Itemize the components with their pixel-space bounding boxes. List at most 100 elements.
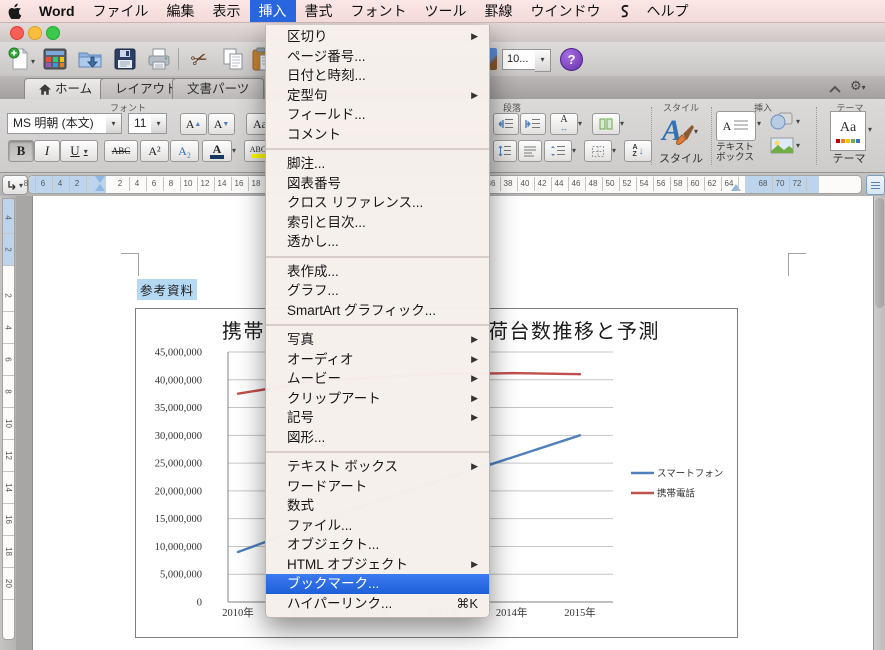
picture-dropdown-arrow[interactable]: ▾ — [796, 141, 800, 150]
menu-item-break[interactable]: 区切り ▶ — [266, 27, 489, 47]
columns-dropdown-arrow[interactable]: ▾ — [620, 119, 624, 128]
character-spacing-button[interactable]: A ↔ — [550, 113, 578, 135]
picture-button[interactable] — [770, 137, 794, 159]
spacing-dropdown-arrow[interactable]: ▾ — [572, 146, 576, 155]
menu-item-file[interactable]: ファイル... — [266, 516, 489, 536]
menu-item-page-numbers[interactable]: ページ番号... — [266, 47, 489, 67]
menu-item-field[interactable]: フィールド... — [266, 105, 489, 125]
decrease-indent-button[interactable] — [493, 113, 519, 135]
vertical-scrollbar[interactable] — [873, 196, 885, 650]
strikethrough-button[interactable]: ABC — [104, 140, 138, 162]
open-document-button[interactable] — [78, 46, 104, 72]
font-name-combo[interactable]: MS 明朝 (本文) — [7, 113, 112, 134]
apple-menu[interactable] — [0, 0, 30, 22]
italic-button[interactable]: I — [34, 140, 60, 162]
menu-item-autotext[interactable]: 定型句 ▶ — [266, 86, 489, 106]
save-button[interactable] — [112, 46, 138, 72]
subscript-button[interactable]: A₂ — [170, 140, 199, 162]
textbox-dropdown-arrow[interactable]: ▾ — [757, 119, 761, 128]
zoom-dropdown-button[interactable]: ▾ — [535, 49, 551, 72]
menu-item-object[interactable]: オブジェクト... — [266, 535, 489, 555]
menubar-item-view[interactable]: 表示 — [204, 0, 250, 22]
themes-dropdown-arrow[interactable]: ▾ — [868, 125, 872, 134]
menu-item-comment[interactable]: コメント — [266, 125, 489, 145]
line-spacing-button[interactable] — [493, 140, 517, 162]
ribbon-tab-home[interactable]: ホーム — [24, 78, 108, 99]
menu-item-audio[interactable]: オーディオ ▶ — [266, 350, 489, 370]
menubar-item-file[interactable]: ファイル — [84, 0, 158, 22]
underline-button[interactable]: U ▾ — [60, 140, 98, 162]
styles-button[interactable]: A ▾ — [657, 111, 703, 151]
copy-button[interactable] — [220, 46, 246, 72]
menu-item-text-box[interactable]: テキスト ボックス ▶ — [266, 457, 489, 477]
menu-item-hyperlink[interactable]: ハイパーリンク... ⌘K — [266, 594, 489, 614]
character-spacing-dropdown-arrow[interactable]: ▾ — [578, 119, 582, 128]
borders-button[interactable] — [584, 140, 612, 162]
new-document-button[interactable] — [6, 46, 32, 72]
sort-button[interactable]: A Z ↓ — [624, 140, 652, 162]
vertical-ruler[interactable]: 4 2 2 4 6 8 10 12 14 16 18 20 — [0, 196, 16, 650]
spacing-options-button[interactable] — [544, 140, 572, 162]
menu-item-smartart-graphic[interactable]: SmartArt グラフィック... — [266, 301, 489, 321]
font-color-dropdown-arrow[interactable]: ▾ — [232, 146, 236, 155]
shrink-font-button[interactable]: A ▼ — [208, 113, 235, 135]
menu-item-movie[interactable]: ムービー ▶ — [266, 369, 489, 389]
menu-item-html-object[interactable]: HTML オブジェクト ▶ — [266, 555, 489, 575]
menubar-item-tools[interactable]: ツール — [416, 0, 476, 22]
menubar-item-window[interactable]: ウインドウ — [522, 0, 610, 22]
collapse-ribbon-button[interactable] — [828, 81, 842, 99]
shapes-button[interactable] — [770, 112, 794, 135]
new-document-dropdown-arrow[interactable]: ▾ — [31, 57, 35, 66]
cut-button[interactable]: ✂ — [186, 46, 212, 72]
scrollbar-thumb[interactable] — [875, 198, 884, 308]
paragraph-spacing-button[interactable] — [518, 140, 542, 162]
menu-item-clip-art[interactable]: クリップアート ▶ — [266, 389, 489, 409]
menu-item-photo[interactable]: 写真 ▶ — [266, 330, 489, 350]
menu-item-chart[interactable]: グラフ... — [266, 281, 489, 301]
borders-dropdown-arrow[interactable]: ▾ — [612, 146, 616, 155]
bold-button[interactable]: B — [8, 140, 34, 162]
print-button[interactable] — [146, 46, 172, 72]
close-window-button[interactable] — [10, 26, 24, 40]
menubar-item-help[interactable]: ヘルプ — [638, 0, 698, 22]
menu-item-caption[interactable]: 図表番号 — [266, 174, 489, 194]
menu-item-watermark[interactable]: 透かし... — [266, 232, 489, 252]
font-color-button[interactable]: A — [202, 140, 232, 162]
font-size-dropdown[interactable]: ▾ — [151, 113, 167, 134]
hanging-indent-marker[interactable] — [95, 184, 105, 191]
shapes-dropdown-arrow[interactable]: ▾ — [796, 117, 800, 126]
first-line-indent-marker[interactable] — [95, 176, 105, 183]
menu-item-equation[interactable]: 数式 — [266, 496, 489, 516]
ruler-toggle-button[interactable] — [866, 175, 885, 195]
font-name-dropdown[interactable]: ▾ — [106, 113, 122, 134]
themes-button[interactable]: Aa — [830, 111, 866, 151]
menu-item-footnote[interactable]: 脚注... — [266, 154, 489, 174]
menu-item-wordart[interactable]: ワードアート — [266, 477, 489, 497]
menu-item-date-and-time[interactable]: 日付と時刻... — [266, 66, 489, 86]
superscript-button[interactable]: A² — [140, 140, 169, 162]
ribbon-settings-button[interactable]: ⚙▾ — [850, 78, 866, 94]
menu-item-bookmark[interactable]: ブックマーク... — [266, 574, 489, 594]
help-button[interactable]: ? — [560, 48, 583, 71]
menubar-item-borders[interactable]: 罫線 — [476, 0, 522, 22]
columns-button[interactable] — [592, 113, 620, 135]
menubar-item-word[interactable]: Word — [30, 0, 84, 22]
minimize-window-button[interactable] — [28, 26, 42, 40]
menu-item-table[interactable]: 表作成... — [266, 262, 489, 282]
menu-item-shape[interactable]: 図形... — [266, 428, 489, 448]
ribbon-tab-document-elements[interactable]: 文書パーツ — [172, 78, 265, 99]
script-menu[interactable] — [610, 0, 638, 22]
menu-item-symbol[interactable]: 記号 ▶ — [266, 408, 489, 428]
new-from-template-button[interactable] — [42, 46, 68, 72]
menubar-item-edit[interactable]: 編集 — [158, 0, 204, 22]
menubar-item-insert[interactable]: 挿入 — [249, 0, 296, 22]
zoom-window-button[interactable] — [46, 26, 60, 40]
menu-item-index-and-tables[interactable]: 索引と目次... — [266, 213, 489, 233]
grow-font-button[interactable]: A ▲ — [180, 113, 207, 135]
increase-indent-button[interactable] — [520, 113, 546, 135]
text-box-button[interactable]: A — [716, 111, 756, 141]
menu-item-cross-reference[interactable]: クロス リファレンス... — [266, 193, 489, 213]
menubar-item-format[interactable]: 書式 — [296, 0, 342, 22]
partial-toolbar-icon[interactable] — [489, 48, 497, 70]
menubar-item-font[interactable]: フォント — [342, 0, 416, 22]
